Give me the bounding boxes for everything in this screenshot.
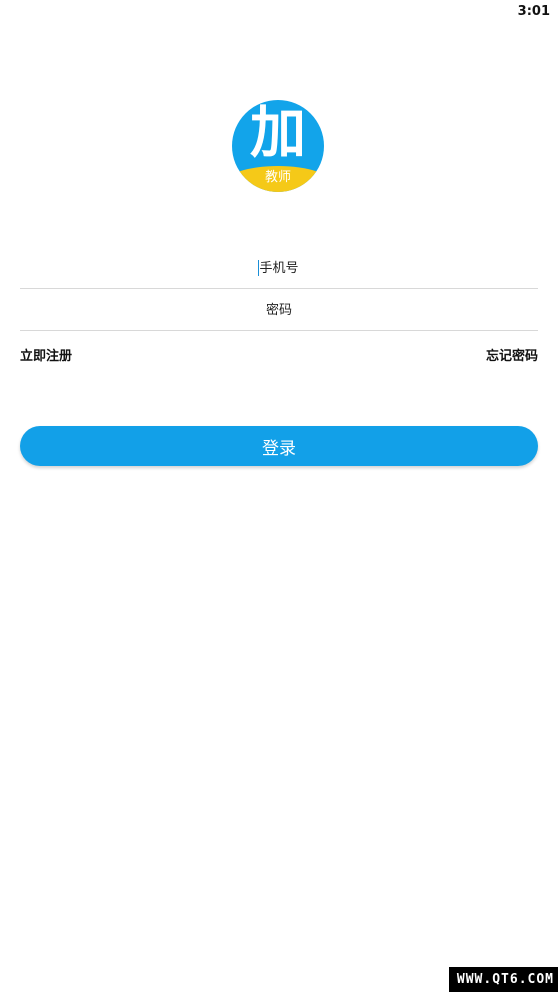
forgot-password-link[interactable]: 忘记密码 [486,345,538,364]
status-bar-time: 3:01 [517,4,550,19]
login-button[interactable]: 登录 [20,426,538,466]
phone-field[interactable] [20,248,538,289]
register-link[interactable]: 立即注册 [20,345,72,364]
password-input[interactable] [20,301,538,319]
logo-main-char: 加 [250,101,306,166]
password-field[interactable] [20,290,538,331]
logo-sub-text: 教师 [264,170,291,185]
app-logo: 加 教师 [232,100,324,192]
watermark: WWW.QT6.COM [448,967,558,992]
text-caret [258,260,259,276]
phone-input[interactable] [20,259,538,277]
